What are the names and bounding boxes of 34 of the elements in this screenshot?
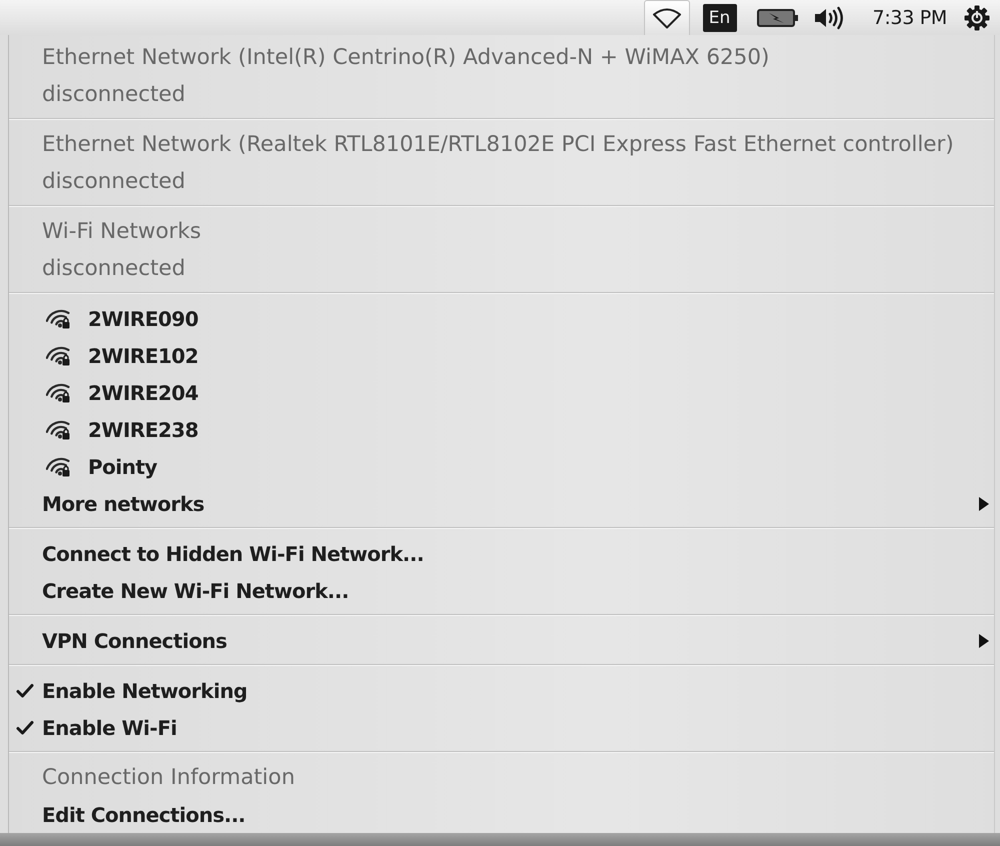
menu-item[interactable]: Create New Wi-Fi Network... [9,572,994,609]
network-indicator[interactable] [644,0,690,35]
check-icon [16,720,34,736]
battery-charging-icon [756,8,799,28]
network-item[interactable]: Pointy [9,448,994,485]
menu-item[interactable]: VPN Connections [9,622,994,659]
menu-item[interactable]: More networks [9,485,994,522]
device-label: Wi-Fi Networks [9,213,994,250]
device-label: Ethernet Network (Realtek RTL8101E/RTL8102E PCI Express Fast Ethernet controller) [9,126,994,163]
speaker-icon [814,6,846,30]
wifi-signal-lock-icon [46,346,70,366]
wifi-icon [652,7,682,29]
status-label: disconnected [9,250,994,287]
wifi-signal-lock-icon [46,420,70,440]
menu-item: Connection Information [9,759,994,796]
menu-item[interactable]: Edit Connections... [9,796,994,833]
menu-item[interactable]: Enable Networking [9,672,994,709]
arrow-right-icon [979,634,989,648]
status-label: disconnected [9,76,994,113]
status-label: disconnected [9,163,994,200]
menu-item[interactable]: Connect to Hidden Wi-Fi Network... [9,535,994,572]
clock[interactable]: 7:33 PM [872,0,947,35]
wifi-signal-lock-icon [46,308,70,328]
check-icon [16,682,34,698]
wifi-signal-lock-icon [46,382,70,402]
wifi-signal-lock-icon [46,456,70,476]
device-label: Ethernet Network (Intel(R) Centrino(R) Advanced-N + WiMAX 6250) [9,39,994,76]
network-item[interactable]: 2WIRE102 [9,337,994,374]
menu-item[interactable]: Enable Wi-Fi [9,709,994,746]
keyboard-layout-indicator[interactable]: En [702,4,737,32]
network-item[interactable]: 2WIRE090 [9,300,994,337]
network-item[interactable]: 2WIRE238 [9,411,994,448]
arrow-right-icon [979,496,989,510]
network-item[interactable]: 2WIRE204 [9,374,994,411]
